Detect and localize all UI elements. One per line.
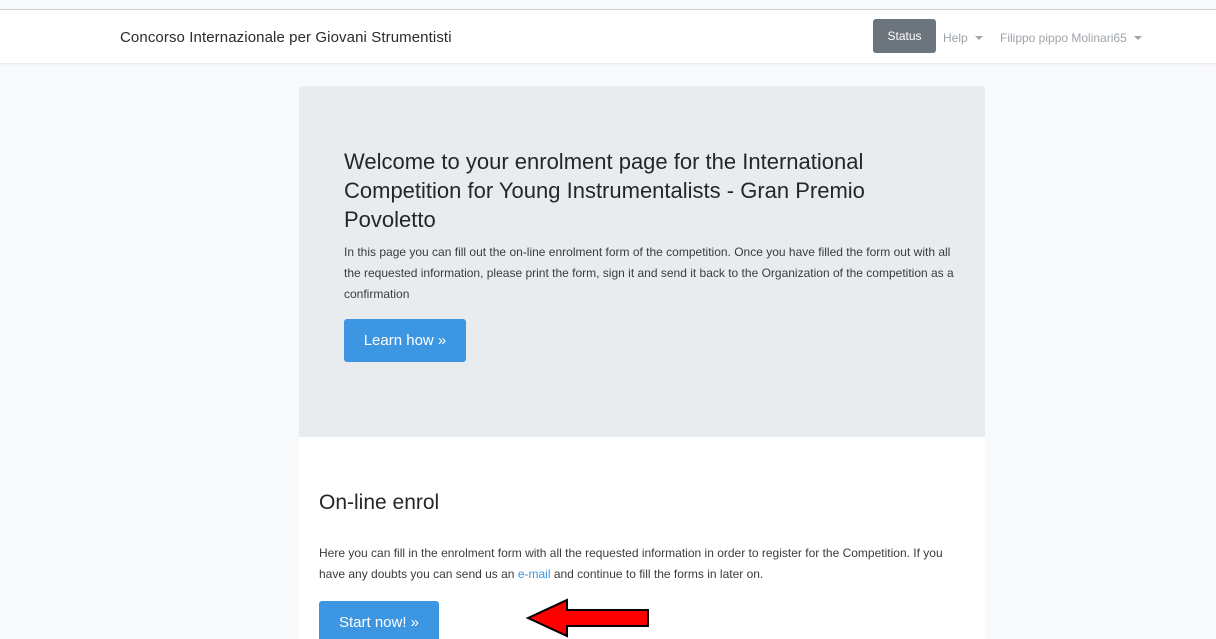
welcome-description: In this page you can fill out the on-lin… bbox=[344, 245, 954, 301]
brand-link[interactable]: Concorso Internazionale per Giovani Stru… bbox=[120, 29, 452, 46]
page: Concorso Internazionale per Giovani Stru… bbox=[0, 0, 1216, 639]
start-now-button[interactable]: Start now! » bbox=[319, 601, 439, 639]
help-dropdown-label: Help bbox=[943, 31, 968, 45]
welcome-title: Welcome to your enrolment page for the I… bbox=[344, 149, 865, 232]
red-arrow-icon bbox=[525, 598, 649, 638]
help-dropdown[interactable]: Help bbox=[943, 31, 983, 45]
online-enrol-title: On-line enrol bbox=[319, 491, 440, 514]
enrol-text-after-link: and continue to fill the forms in later … bbox=[550, 567, 764, 581]
caret-down-icon bbox=[1133, 36, 1142, 40]
top-navbar: Concorso Internazionale per Giovani Stru… bbox=[0, 10, 1216, 64]
caret-down-icon bbox=[974, 36, 983, 40]
email-link[interactable]: e-mail bbox=[518, 567, 551, 581]
learn-how-button[interactable]: Learn how » bbox=[344, 319, 466, 362]
status-button[interactable]: Status bbox=[873, 19, 936, 53]
main-container: Welcome to your enrolment page for the I… bbox=[299, 86, 985, 639]
online-enrol-description: Here you can fill in the enrolment form … bbox=[319, 543, 969, 585]
user-dropdown[interactable]: Filippo pippo Molinari65 bbox=[1000, 31, 1142, 45]
user-dropdown-label: Filippo pippo Molinari65 bbox=[1000, 31, 1127, 45]
welcome-jumbotron: Welcome to your enrolment page for the I… bbox=[299, 86, 985, 437]
